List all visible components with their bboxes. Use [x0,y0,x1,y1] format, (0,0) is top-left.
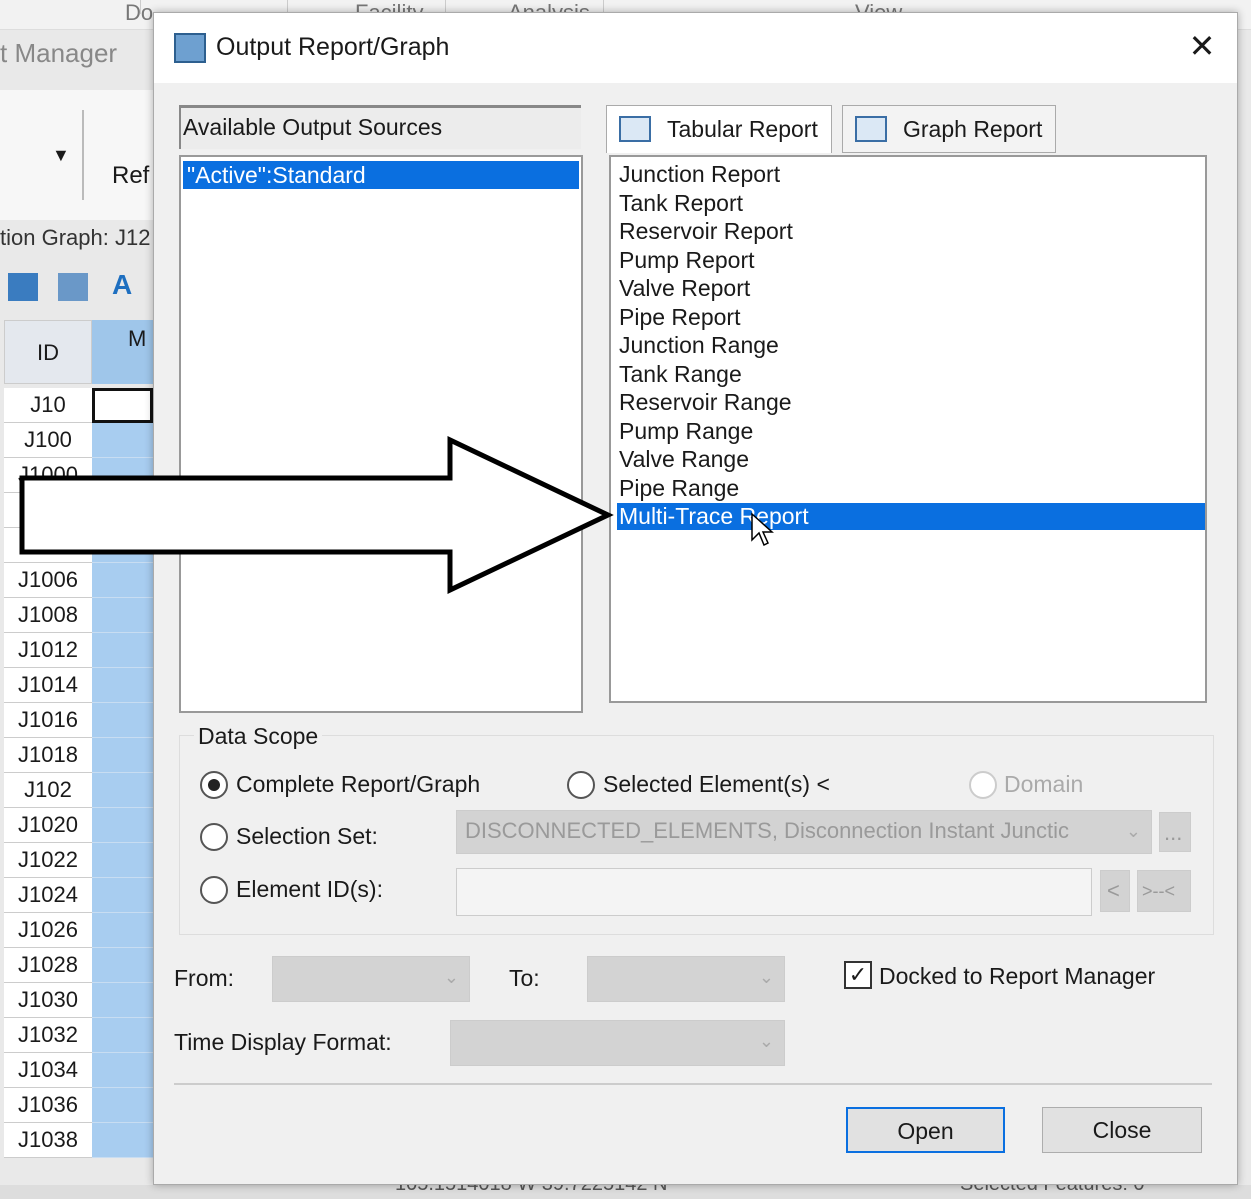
arrow-annotation [19,436,614,594]
report-list-item[interactable]: Tank Range [617,361,1205,388]
domain-label: Domain [1004,771,1084,797]
report-list-item[interactable]: Junction Range [617,332,1205,359]
time-format-label: Time Display Format: [174,1029,392,1055]
table-cell[interactable] [92,878,153,913]
table-row-id[interactable]: J1016 [4,703,92,738]
element-ids-label: Element ID(s): [236,876,383,902]
time-format-dropdown[interactable]: ⌄ [450,1020,785,1066]
report-list-item[interactable]: Valve Range [617,446,1205,473]
close-button[interactable]: Close [1042,1107,1202,1153]
chevron-down-icon: ⌄ [443,967,459,987]
divider [174,1083,1212,1085]
report-list-item[interactable]: Junction Report [617,161,1205,188]
table-cell[interactable] [92,633,153,668]
table-cell[interactable] [92,668,153,703]
report-list-item[interactable]: Pipe Range [617,475,1205,502]
element-ids-input[interactable] [456,868,1092,916]
table-cell[interactable] [92,1053,153,1088]
table-cell[interactable] [92,738,153,773]
table-cell[interactable] [92,773,153,808]
selection-set-browse-button[interactable]: ... [1159,812,1191,852]
arrow-shape [19,436,614,594]
table-cell[interactable] [92,948,153,983]
data-scope-label: Data Scope [194,723,323,750]
table-cell[interactable] [92,703,153,738]
table-cell[interactable] [92,808,153,843]
table-row-id[interactable]: J102 [4,773,92,808]
table-row-id[interactable]: J1034 [4,1053,92,1088]
report-list-item[interactable]: Valve Report [617,275,1205,302]
selected-elements-label: Selected Element(s) < [603,771,830,797]
to-label: To: [509,965,540,991]
report-list-item[interactable]: Pipe Report [617,304,1205,331]
table-row-id[interactable]: J1020 [4,808,92,843]
complete-report-radio[interactable] [200,771,228,799]
range-button[interactable]: >--< [1137,870,1191,912]
element-ids-radio[interactable] [200,876,228,904]
tab-label: Graph Report [903,116,1043,142]
table-row-id[interactable]: J1032 [4,1018,92,1053]
table-row-id[interactable]: J1012 [4,633,92,668]
report-list-item[interactable]: Pump Range [617,418,1205,445]
table-row-id[interactable]: J1036 [4,1088,92,1123]
table-row-id[interactable]: J1038 [4,1123,92,1158]
bar-chart-icon [855,116,887,142]
report-list[interactable]: Junction Report Tank Report Reservoir Repo… [609,155,1207,703]
domain-radio[interactable] [969,771,997,799]
selection-set-radio[interactable] [200,823,228,851]
coordinates-readout: 105.1514018 W 39.7225142 N [395,1185,667,1196]
tab-label: Tabular Report [667,116,818,142]
table-row-id[interactable]: J1022 [4,843,92,878]
table-cell[interactable] [92,1088,153,1123]
status-bar: 105.1514018 W 39.7225142 N Selected Feat… [0,1185,1251,1199]
pick-element-button[interactable]: < [1100,870,1130,912]
table-cell[interactable] [92,913,153,948]
open-button[interactable]: Open [846,1107,1005,1153]
selected-features-count: Selected Features: 0 [960,1185,1145,1196]
table-row-id[interactable]: J1024 [4,878,92,913]
close-icon[interactable]: ✕ [1184,27,1220,65]
table-row-id[interactable]: J1026 [4,913,92,948]
docked-checkbox[interactable]: ✓ [844,961,872,989]
selected-elements-radio[interactable] [567,771,595,799]
complete-report-label: Complete Report/Graph [236,771,481,797]
table-cell[interactable] [92,1018,153,1053]
mouse-cursor-icon [751,512,774,547]
docked-label: Docked to Report Manager [879,963,1156,989]
tab-graph-report[interactable]: Graph Report [842,105,1056,153]
chevron-down-icon: ⌄ [758,967,774,987]
to-dropdown[interactable]: ⌄ [587,956,785,1002]
table-cell[interactable] [92,983,153,1018]
table-cell[interactable] [92,843,153,878]
chevron-down-icon: ⌄ [758,1031,774,1051]
from-dropdown[interactable]: ⌄ [272,956,470,1002]
report-list-item[interactable]: Multi-Trace Report [617,503,1205,530]
table-cell[interactable] [92,1123,153,1158]
chevron-down-icon: ⌄ [1125,821,1141,841]
report-list-item[interactable]: Reservoir Range [617,389,1205,416]
table-row-id[interactable]: J1014 [4,668,92,703]
selection-set-label: Selection Set: [236,823,378,849]
selection-set-dropdown[interactable]: DISCONNECTED_ELEMENTS, Disconnection Ins… [456,810,1152,854]
table-row-id[interactable]: J1028 [4,948,92,983]
table-row-id[interactable]: J1030 [4,983,92,1018]
report-list-item[interactable]: Reservoir Report [617,218,1205,245]
selection-set-value: DISCONNECTED_ELEMENTS, Disconnection Ins… [465,818,1069,843]
report-list-item[interactable]: Tank Report [617,190,1205,217]
from-label: From: [174,965,235,991]
report-list-item[interactable]: Pump Report [617,247,1205,274]
table-row-id[interactable]: J1018 [4,738,92,773]
